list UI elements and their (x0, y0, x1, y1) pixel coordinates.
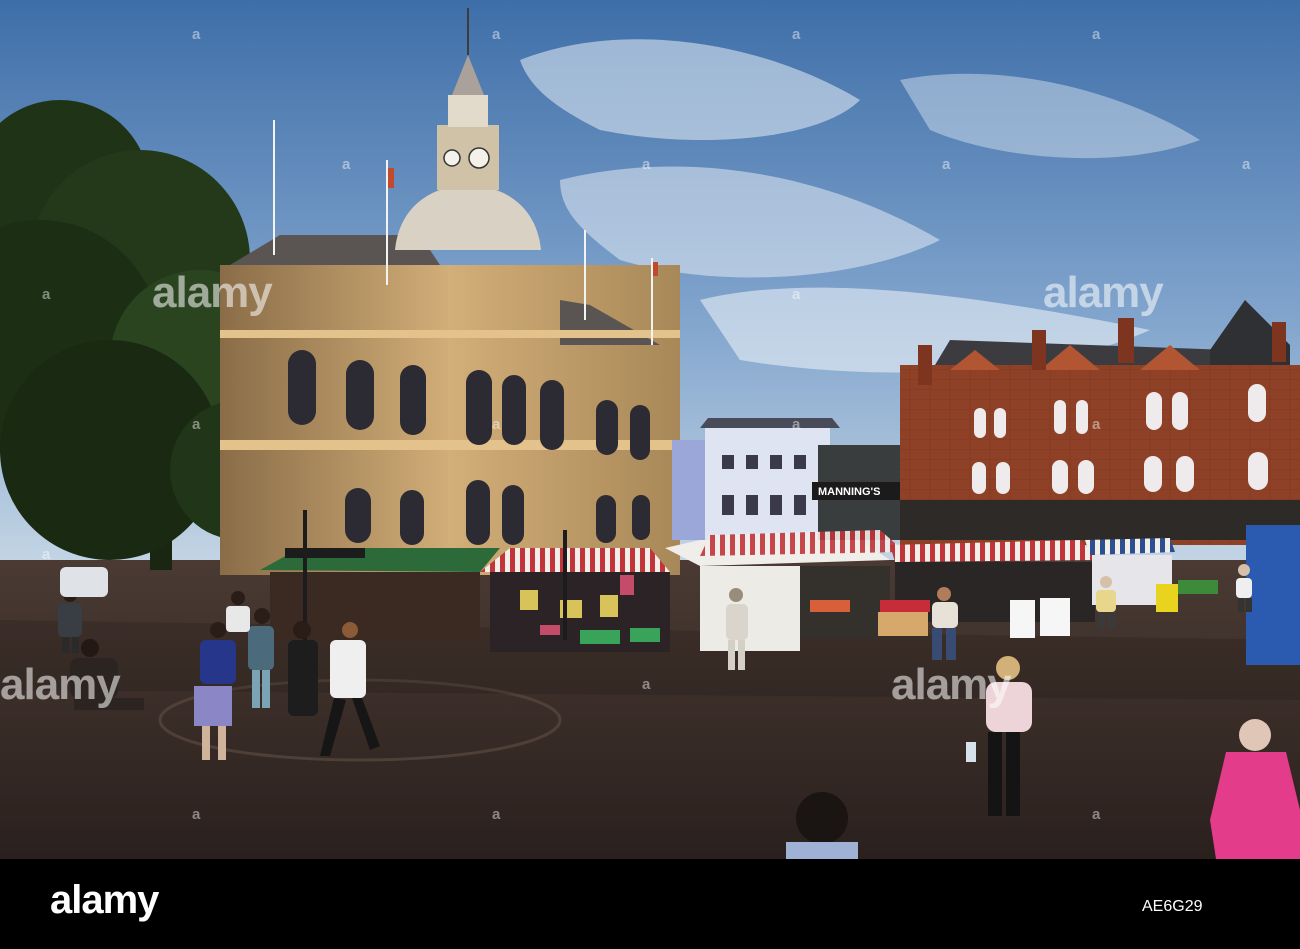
watermark-mark: a (492, 806, 501, 823)
watermark-mark: a (42, 546, 51, 563)
watermark-mark: a (192, 26, 201, 43)
person (1236, 564, 1252, 612)
watermark-mark: a (642, 156, 651, 173)
blue-kiosk (1246, 525, 1300, 665)
watermark-mark: a (342, 156, 351, 173)
watermark-mark: a (42, 286, 51, 303)
watermark-mark: a (792, 26, 801, 43)
watermark-mark: a (192, 806, 201, 823)
watermark-mark: a (1092, 416, 1101, 433)
watermark-alamy: alamy (1043, 268, 1164, 317)
watermark-mark: a (1092, 806, 1101, 823)
watermark-alamy: alamy (152, 268, 273, 317)
watermark-mark: a (942, 156, 951, 173)
watermark-alamy: alamy (891, 660, 1012, 709)
stock-footer-bar (0, 859, 1300, 949)
watermark-mark: a (492, 26, 501, 43)
watermark-mark: a (192, 416, 201, 433)
watermark-alamy: alamy (0, 660, 121, 709)
watermark-mark: a (492, 416, 501, 433)
parked-van (60, 567, 108, 597)
watermark-mark: a (1242, 156, 1251, 173)
white-building (705, 425, 830, 540)
clock-face (468, 147, 490, 169)
alamy-logo: alamy (50, 878, 159, 922)
manning-sign: MANNING'S (818, 486, 881, 498)
watermark-mark: a (1092, 26, 1101, 43)
clock-face (443, 149, 461, 167)
watermark-mark: a (792, 416, 801, 433)
watermark-mark: a (792, 286, 801, 303)
market-square-photo: MANNING'S alamy alamy alamy alamy a a a … (0, 0, 1300, 859)
photo-frame: MANNING'S alamy alamy alamy alamy a a a … (0, 0, 1300, 949)
watermark-mark: a (642, 676, 651, 693)
image-id: AE6G29 (1142, 898, 1203, 915)
